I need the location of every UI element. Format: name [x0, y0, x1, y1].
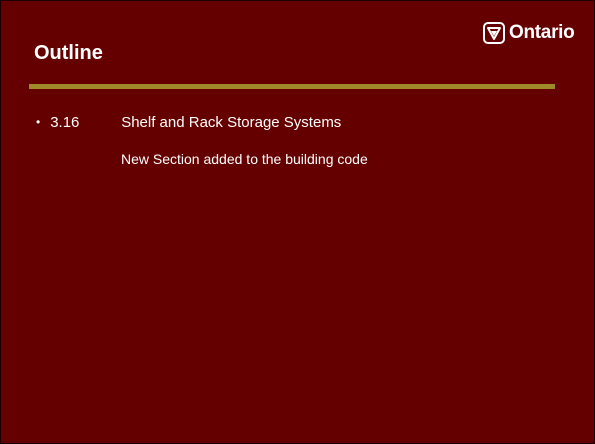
section-title: Shelf and Rack Storage Systems: [121, 114, 342, 131]
trillium-icon: [483, 22, 505, 44]
slide: Ontario Outline • 3.16 Shelf and Rack St…: [0, 0, 595, 444]
slide-title: Outline: [34, 42, 103, 64]
bullet-item: • 3.16 Shelf and Rack Storage Systems: [36, 114, 341, 131]
logo-text: Ontario: [509, 22, 575, 43]
section-description: New Section added to the building code: [121, 151, 368, 167]
bullet-marker: •: [36, 115, 41, 129]
title-divider: [29, 84, 555, 89]
section-number: 3.16: [50, 114, 80, 131]
ontario-logo: Ontario: [483, 22, 575, 44]
